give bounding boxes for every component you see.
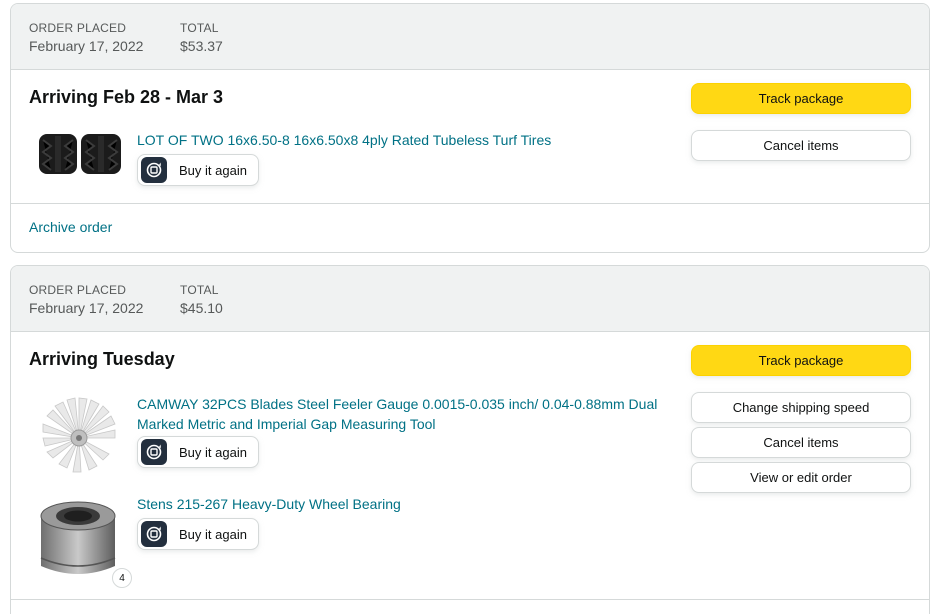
product-title-line: Marked Metric and Imperial Gap Measuring… <box>137 416 436 432</box>
track-package-button[interactable]: Track package <box>691 83 911 114</box>
buy-again-button[interactable]: Buy it again <box>137 154 259 186</box>
buy-again-button[interactable]: Buy it again <box>137 518 259 550</box>
buy-again-label: Buy it again <box>179 162 247 178</box>
order-total: TOTAL $53.37 <box>180 20 223 56</box>
buy-again-button[interactable]: Buy it again <box>137 436 259 468</box>
order-header: ORDER PLACED February 17, 2022 TOTAL $53… <box>11 4 929 70</box>
order-total-value: $45.10 <box>180 300 223 316</box>
product-link[interactable]: CAMWAY 32PCS Blades Steel Feeler Gauge 0… <box>137 394 657 434</box>
archive-order-link[interactable]: Archive order <box>29 219 112 235</box>
reorder-icon <box>141 439 167 465</box>
order-placed-date: February 17, 2022 <box>29 300 144 316</box>
tire-icon[interactable] <box>37 132 127 176</box>
delivery-status: Arriving Feb 28 - Mar 3 <box>29 87 224 107</box>
order-header: ORDER PLACED February 17, 2022 TOTAL $45… <box>11 266 929 332</box>
divider <box>11 599 929 600</box>
product-link[interactable]: Stens 215-267 Heavy-Duty Wheel Bearing <box>137 494 401 514</box>
order-card: ORDER PLACED February 17, 2022 TOTAL $45… <box>10 265 930 614</box>
order-total: TOTAL $45.10 <box>180 282 223 318</box>
wheel-bearing-icon[interactable] <box>33 496 123 584</box>
order-placed-label: ORDER PLACED <box>29 21 127 35</box>
product-title-line: CAMWAY 32PCS Blades Steel Feeler Gauge 0… <box>137 396 658 412</box>
divider <box>11 203 929 204</box>
track-package-button[interactable]: Track package <box>691 345 911 376</box>
product-link[interactable]: LOT OF TWO 16x6.50-8 16x6.50x8 4ply Rate… <box>137 130 551 150</box>
order-total-label: TOTAL <box>180 21 219 35</box>
reorder-icon <box>141 521 167 547</box>
order-card: ORDER PLACED February 17, 2022 TOTAL $53… <box>10 3 930 253</box>
order-total-value: $53.37 <box>180 38 223 54</box>
buy-again-label: Buy it again <box>179 526 247 542</box>
order-placed: ORDER PLACED February 17, 2022 <box>29 282 143 318</box>
buy-again-label: Buy it again <box>179 444 247 460</box>
cancel-items-button[interactable]: Cancel items <box>691 130 911 161</box>
order-placed: ORDER PLACED February 17, 2022 <box>29 20 143 56</box>
quantity-badge: 4 <box>112 568 132 588</box>
feeler-gauge-icon[interactable] <box>37 394 121 478</box>
view-edit-order-button[interactable]: View or edit order <box>691 462 911 493</box>
cancel-items-button[interactable]: Cancel items <box>691 427 911 458</box>
order-total-label: TOTAL <box>180 283 219 297</box>
order-placed-date: February 17, 2022 <box>29 38 144 54</box>
change-shipping-speed-button[interactable]: Change shipping speed <box>691 392 911 423</box>
order-placed-label: ORDER PLACED <box>29 283 127 297</box>
reorder-icon <box>141 157 167 183</box>
delivery-status: Arriving Tuesday <box>29 349 175 369</box>
